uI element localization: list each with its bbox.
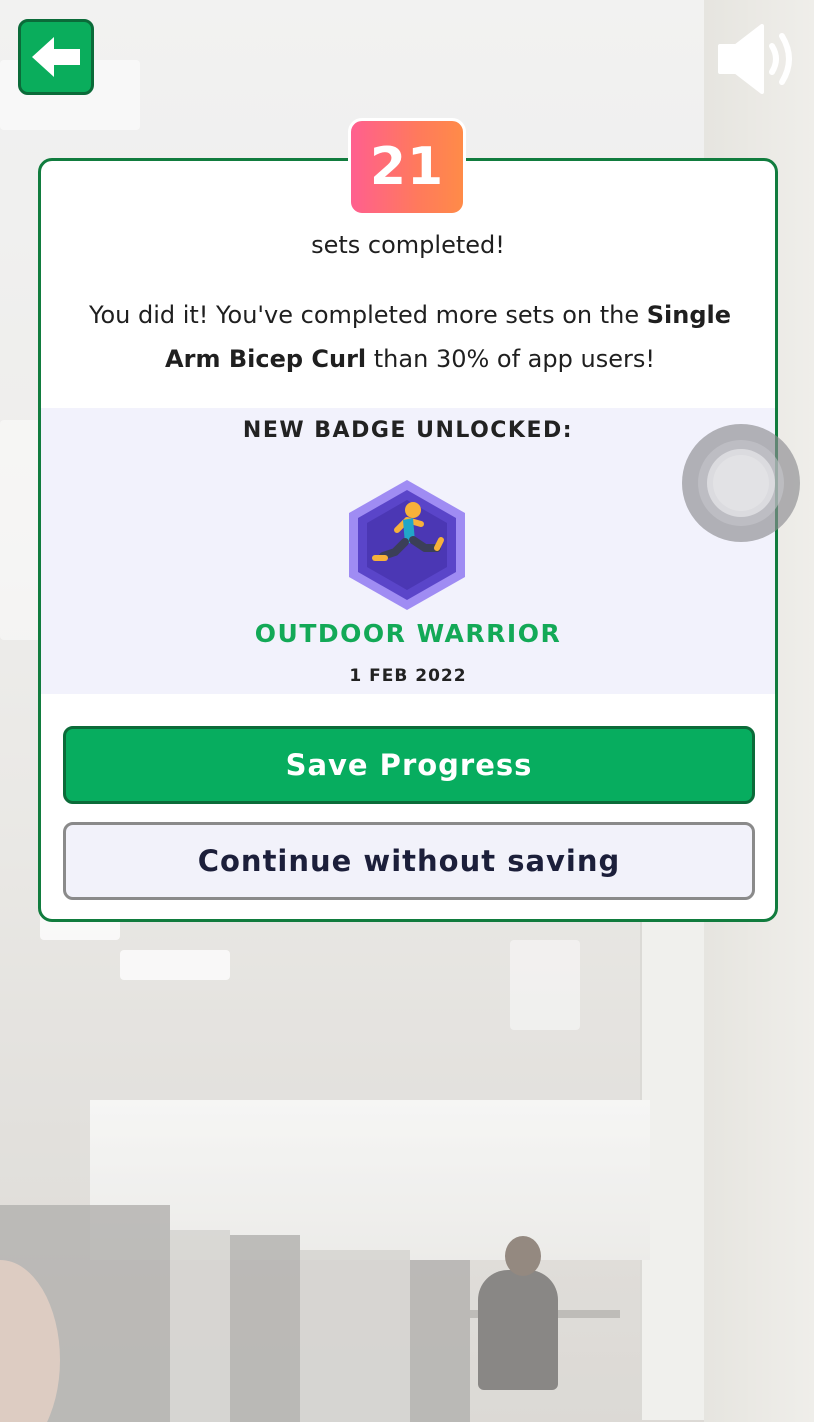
badge-panel: NEW BADGE UNLOCKED: OUTDOOR WARRIOR 1 FE… <box>41 408 775 694</box>
sound-toggle-button[interactable] <box>716 24 802 94</box>
assistive-touch-icon <box>698 440 784 526</box>
badge-date: 1 FEB 2022 <box>349 666 467 686</box>
assistive-touch-button[interactable] <box>682 424 800 542</box>
message-intro: You did it! You've completed more sets o… <box>88 301 647 329</box>
sets-count: 21 <box>369 137 445 197</box>
back-button[interactable] <box>18 19 94 95</box>
badge-heading: NEW BADGE UNLOCKED: <box>242 418 574 443</box>
results-card: sets completed! You did it! You've compl… <box>38 158 778 922</box>
badge-name: OUTDOOR WARRIOR <box>254 619 562 648</box>
message-outro: than 30% of app users! <box>366 345 655 373</box>
sets-count-badge: 21 <box>348 118 466 216</box>
save-progress-button[interactable]: Save Progress <box>63 726 755 804</box>
running-person-hexagon-icon <box>349 480 465 610</box>
achievement-message: You did it! You've completed more sets o… <box>67 293 753 381</box>
sets-completed-label: sets completed! <box>311 231 505 259</box>
arrow-left-icon <box>32 37 80 77</box>
continue-without-saving-button[interactable]: Continue without saving <box>63 822 755 900</box>
speaker-volume-icon <box>718 24 792 94</box>
